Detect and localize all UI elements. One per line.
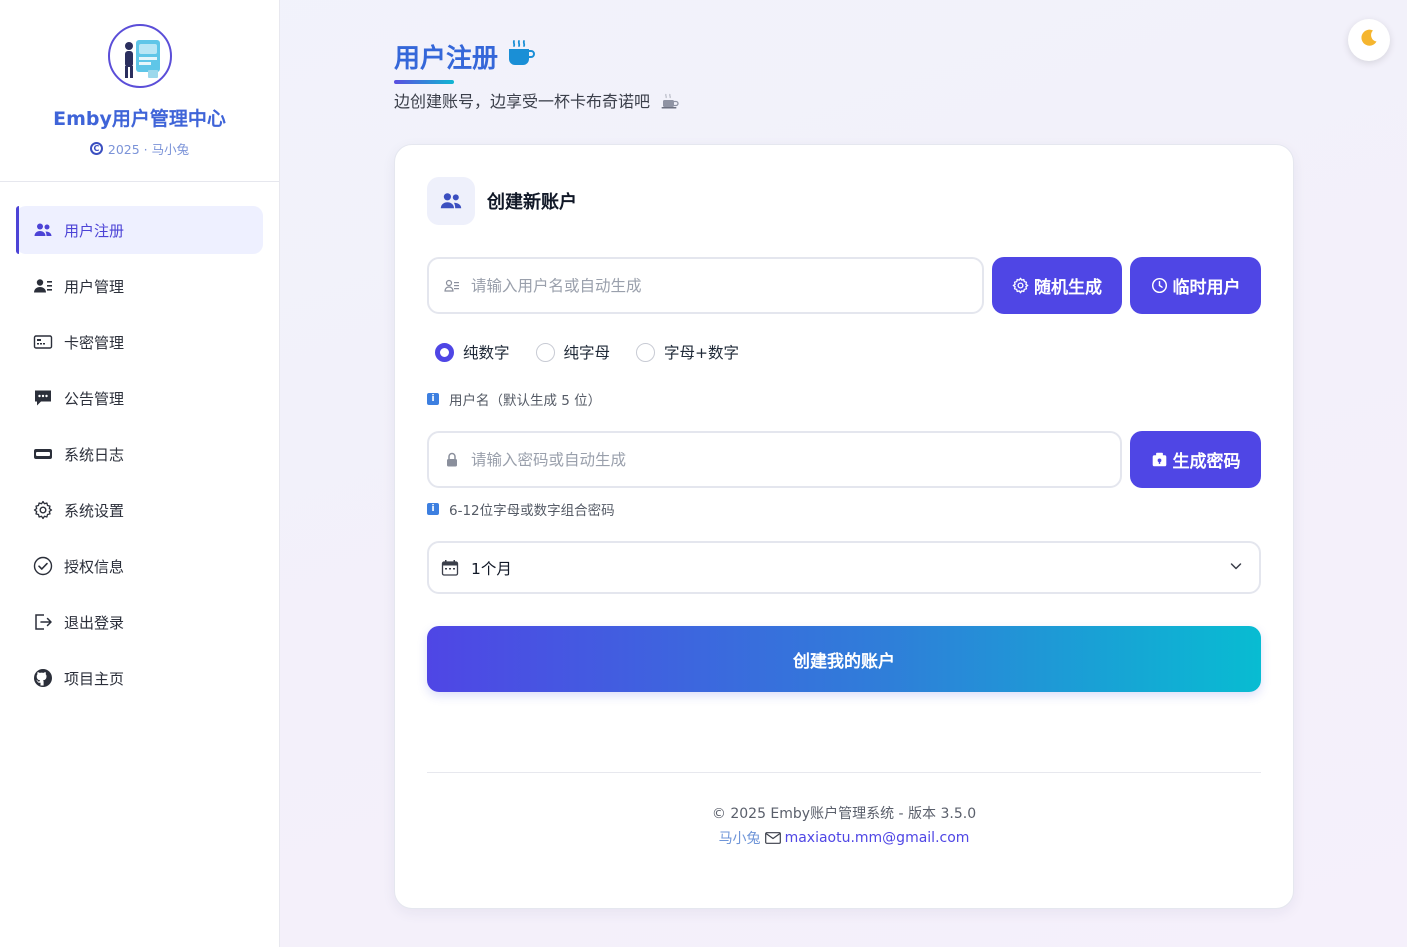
page-title: 用户注册 (394, 38, 536, 75)
radio-dot[interactable] (636, 342, 656, 362)
card-icon (33, 332, 53, 352)
brand-copyright: C 2025 · 马小兔 (0, 139, 279, 158)
github-icon (33, 668, 53, 688)
create-account-button[interactable]: 创建我的账户 (427, 626, 1261, 692)
sidebar-item-register[interactable]: 用户注册 (16, 206, 263, 254)
user-list-icon (33, 276, 53, 296)
sidebar-item-announcements[interactable]: 公告管理 (16, 374, 263, 422)
radio-alpha[interactable]: 纯字母 (535, 341, 611, 363)
sidebar-item-card-management[interactable]: 卡密管理 (16, 318, 263, 366)
brand: Emby用户管理中心 C 2025 · 马小兔 (0, 0, 279, 182)
sidebar-item-label: 系统设置 (64, 501, 125, 520)
sidebar-item-label: 授权信息 (64, 557, 125, 576)
envelope-icon (764, 832, 781, 844)
moon-icon (1359, 28, 1379, 53)
sidebar-item-license[interactable]: 授权信息 (16, 542, 263, 590)
footer-contact: 马小兔 maxiaotu.mm@gmail.com (395, 828, 1293, 848)
radio-dot[interactable] (535, 342, 555, 362)
logout-icon (33, 612, 53, 632)
temp-user-label: 临时用户 (1172, 278, 1241, 298)
users-icon (33, 220, 53, 240)
card-title: 创建新账户 (487, 192, 577, 213)
brand-title: Emby用户管理中心 (53, 108, 226, 130)
username-field[interactable] (427, 257, 984, 314)
footer-email-link[interactable]: maxiaotu.mm@gmail.com (785, 830, 970, 846)
register-card: 创建新账户 随机生成 临时用户 纯数字 纯字母 字母+数字 (394, 144, 1294, 909)
sidebar-nav: 用户注册 用户管理 卡密管理 公告管理 系统日志 系统设置 授权信息 退出登录 … (0, 182, 279, 702)
radio-label: 纯数字 (463, 344, 510, 362)
password-hint: i 6-12位字母或数字组合密码 (427, 499, 615, 519)
user-card-icon (443, 277, 461, 295)
card-header: 创建新账户 (427, 177, 577, 225)
info-icon: i (427, 393, 439, 405)
key-box-icon (1151, 451, 1168, 468)
generate-password-button[interactable]: 生成密码 (1130, 431, 1261, 488)
sidebar-item-label: 项目主页 (64, 669, 125, 688)
sidebar-item-label: 退出登录 (64, 613, 125, 632)
sidebar-item-settings[interactable]: 系统设置 (16, 486, 263, 534)
logo (107, 24, 172, 88)
sidebar-item-label: 卡密管理 (64, 333, 125, 352)
sidebar-item-system-log[interactable]: 系统日志 (16, 430, 263, 478)
username-hint: i 用户名（默认生成 5 位） (427, 389, 601, 409)
radio-dot[interactable] (435, 342, 454, 362)
sidebar-item-label: 公告管理 (64, 389, 125, 408)
radio-label: 字母+数字 (664, 344, 740, 362)
footer-author: 马小兔 (718, 831, 761, 847)
duration-value: 1个月 (471, 559, 512, 578)
radio-alphanumeric[interactable]: 字母+数字 (636, 341, 739, 363)
gear-icon (33, 500, 53, 520)
calendar-icon (441, 559, 459, 577)
temp-user-button[interactable]: 临时用户 (1130, 257, 1261, 314)
sidebar-item-project-home[interactable]: 项目主页 (16, 654, 263, 702)
copyright-icon: C (89, 142, 103, 155)
brand-sub-text: 2025 · 马小兔 (107, 142, 190, 157)
radio-label: 纯字母 (563, 344, 611, 362)
title-underline (394, 80, 454, 84)
chevron-down-icon (1229, 559, 1243, 573)
divider (427, 772, 1261, 773)
theme-toggle-button[interactable] (1348, 19, 1390, 61)
sidebar-item-label: 系统日志 (64, 445, 125, 464)
chat-icon (33, 388, 53, 408)
username-type-radios: 纯数字 纯字母 字母+数字 (435, 341, 739, 363)
coffee-icon (506, 38, 536, 75)
footer-copyright: © 2025 Emby账户管理系统 - 版本 3.5.0 (711, 806, 977, 822)
password-input[interactable] (471, 450, 1081, 469)
clock-icon (1151, 277, 1168, 294)
username-input[interactable] (471, 276, 957, 295)
lock-icon (443, 451, 461, 469)
sidebar: Emby用户管理中心 C 2025 · 马小兔 用户注册 用户管理 卡密管理 公… (0, 0, 280, 947)
log-icon (33, 444, 53, 464)
users-icon (427, 177, 475, 225)
coffee-cup-icon (661, 93, 679, 109)
sidebar-item-user-management[interactable]: 用户管理 (16, 262, 263, 310)
page-subtitle-text: 边创建账号，边享受一杯卡布奇诺吧 (394, 92, 651, 111)
sidebar-item-label: 用户管理 (64, 277, 125, 296)
radio-numeric[interactable]: 纯数字 (435, 341, 510, 363)
password-field[interactable] (427, 431, 1122, 488)
sidebar-item-logout[interactable]: 退出登录 (16, 598, 263, 646)
sidebar-item-label: 用户注册 (64, 221, 125, 240)
username-hint-text: 用户名（默认生成 5 位） (449, 393, 602, 409)
gear-icon (1012, 277, 1029, 294)
info-icon: i (427, 503, 439, 515)
generate-password-label: 生成密码 (1172, 452, 1241, 472)
check-circle-icon (33, 556, 53, 576)
duration-select[interactable]: 1个月 (427, 541, 1261, 594)
page-title-text: 用户注册 (394, 44, 499, 74)
page-subtitle: 边创建账号，边享受一杯卡布奇诺吧 (394, 88, 679, 112)
random-generate-button[interactable]: 随机生成 (992, 257, 1122, 314)
random-generate-label: 随机生成 (1034, 278, 1102, 298)
password-hint-text: 6-12位字母或数字组合密码 (449, 503, 615, 519)
